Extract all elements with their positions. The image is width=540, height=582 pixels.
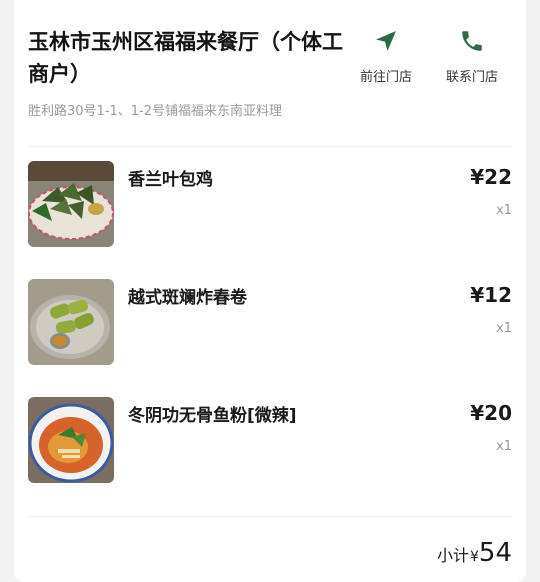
item-price: ¥22 xyxy=(470,165,512,189)
navigation-arrow-icon xyxy=(373,28,399,54)
item-name: 冬阴功无骨鱼粉[微辣] xyxy=(128,406,297,426)
item-name: 越式斑斓炸春卷 xyxy=(128,288,247,308)
navigate-label: 前往门店 xyxy=(359,70,412,85)
divider xyxy=(28,146,512,147)
order-item[interactable]: 香兰叶包鸡 ¥22 x1 xyxy=(28,161,512,247)
subtotal-currency: ¥ xyxy=(469,549,479,565)
item-price: ¥12 xyxy=(470,283,512,307)
item-quantity: x1 xyxy=(496,321,512,336)
item-thumbnail xyxy=(28,279,114,365)
item-quantity: x1 xyxy=(496,439,512,454)
order-item[interactable]: 越式斑斓炸春卷 ¥12 x1 xyxy=(28,279,512,365)
subtotal-label: 小计 xyxy=(436,546,469,565)
order-card: 玉林市玉州区福福来餐厅（个体工商户） 前往门店 联系门店 胜利路30号1-1、1… xyxy=(14,0,526,582)
phone-icon xyxy=(459,28,485,54)
contact-store-button[interactable]: 联系门店 xyxy=(432,28,512,85)
item-thumbnail xyxy=(28,397,114,483)
order-item[interactable]: 冬阴功无骨鱼粉[微辣] ¥20 x1 xyxy=(28,397,512,483)
store-name[interactable]: 玉林市玉州区福福来餐厅（个体工商户） xyxy=(28,26,346,90)
divider xyxy=(28,516,512,517)
item-price: ¥20 xyxy=(470,401,512,425)
subtotal-amount: 54 xyxy=(478,538,512,568)
item-name: 香兰叶包鸡 xyxy=(128,170,213,190)
item-quantity: x1 xyxy=(496,203,512,218)
subtotal: 小计 ¥ 54 xyxy=(437,538,512,568)
navigate-to-store-button[interactable]: 前往门店 xyxy=(346,28,426,85)
contact-label: 联系门店 xyxy=(445,70,498,85)
store-address: 胜利路30号1-1、1-2号铺福福来东南亚料理 xyxy=(28,104,283,119)
item-thumbnail xyxy=(28,161,114,247)
